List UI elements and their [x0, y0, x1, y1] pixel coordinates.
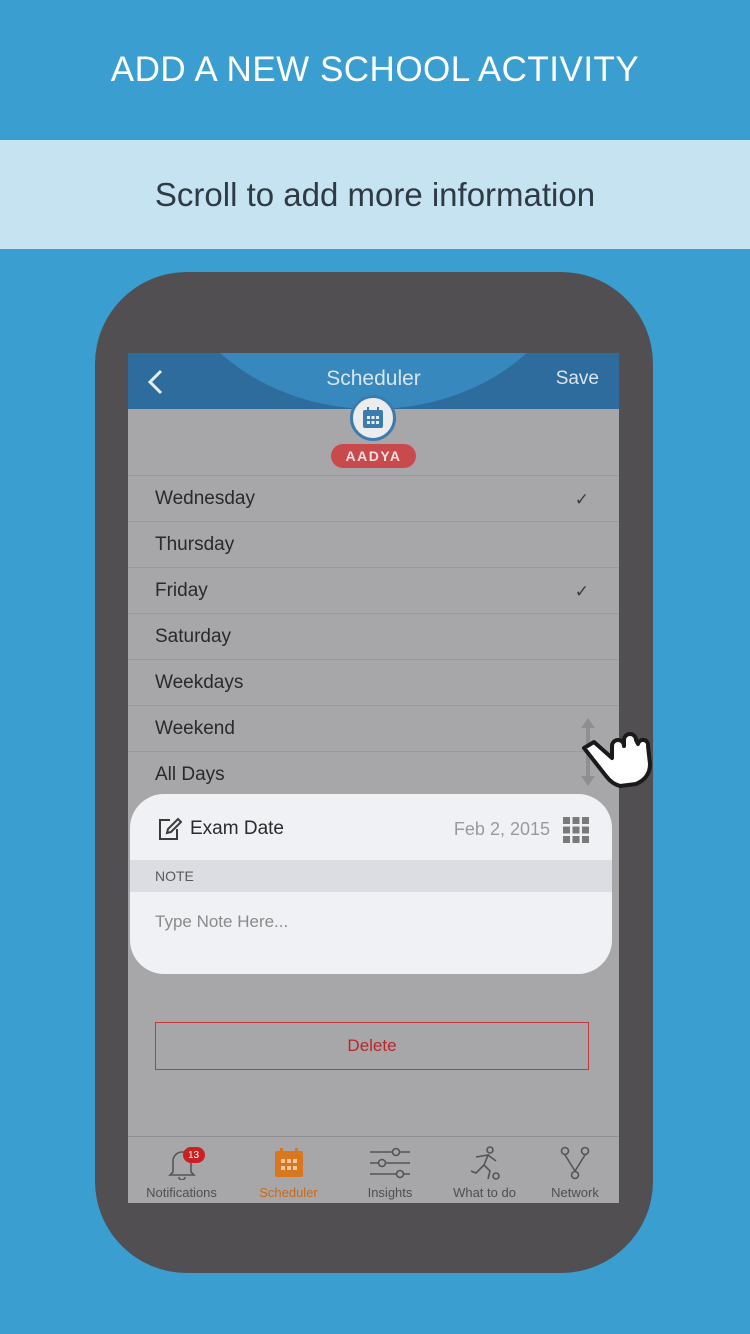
save-button[interactable]: Save — [556, 368, 599, 390]
tab-insights[interactable]: Insights — [342, 1137, 438, 1203]
day-label: Weekdays — [155, 671, 244, 693]
day-option[interactable]: Saturday — [128, 613, 619, 659]
tab-scheduler[interactable]: Scheduler — [235, 1137, 342, 1203]
checkmark-icon: ✓ — [574, 490, 589, 509]
activity-icon — [468, 1145, 502, 1181]
calendar-icon — [350, 395, 396, 441]
brand-logo: AADYA — [331, 444, 416, 468]
exam-note-card: Exam Date Feb 2, 2015 NOTE — [130, 794, 612, 974]
day-label: All Days — [155, 763, 225, 785]
network-icon — [559, 1145, 591, 1181]
promo-headline: ADD A NEW SCHOOL ACTIVITY — [110, 50, 640, 89]
day-option[interactable]: Friday ✓ — [128, 567, 619, 613]
note-input[interactable] — [155, 912, 575, 932]
day-option[interactable]: Wednesday ✓ — [128, 475, 619, 521]
tab-label: Network — [551, 1185, 599, 1200]
day-option[interactable]: Weekdays — [128, 659, 619, 705]
exam-date-value: Feb 2, 2015 — [453, 819, 550, 839]
checkmark-icon: ✓ — [574, 582, 589, 601]
edit-icon — [156, 816, 183, 847]
day-option[interactable]: All Days — [128, 751, 619, 797]
day-list: Wednesday ✓ Thursday Friday ✓ Saturday W… — [128, 475, 619, 797]
tab-what-to-do[interactable]: What to do — [438, 1137, 531, 1203]
tab-bar: 13 Notifications Scheduler Insights What… — [128, 1136, 619, 1203]
promo-subheadline: Scroll to add more information — [0, 140, 750, 249]
delete-button[interactable]: Delete — [155, 1022, 589, 1070]
exam-date-label: Exam Date — [190, 818, 284, 839]
day-label: Friday — [155, 579, 208, 601]
grid-icon[interactable] — [563, 817, 589, 848]
notification-count-badge: 13 — [182, 1147, 205, 1163]
swipe-hand-icon — [576, 718, 656, 795]
day-option[interactable]: Weekend — [128, 705, 619, 751]
sliders-icon — [368, 1145, 412, 1181]
exam-date-row[interactable]: Exam Date Feb 2, 2015 — [130, 794, 612, 860]
note-section-header: NOTE — [130, 860, 612, 892]
tab-network[interactable]: Network — [531, 1137, 619, 1203]
day-label: Thursday — [155, 533, 235, 555]
day-label: Wednesday — [155, 487, 255, 509]
day-label: Saturday — [155, 625, 232, 647]
day-label: Weekend — [155, 717, 235, 739]
header-title: Scheduler — [326, 367, 421, 390]
tab-label: Notifications — [146, 1185, 217, 1200]
tab-label: What to do — [453, 1185, 516, 1200]
app-screen: Scheduler Save AADYA Wednesday ✓ Thursda… — [128, 353, 619, 1203]
tab-notifications[interactable]: 13 Notifications — [128, 1137, 235, 1203]
calendar-icon — [274, 1145, 304, 1181]
tab-label: Scheduler — [259, 1185, 318, 1200]
tab-label: Insights — [367, 1185, 413, 1200]
bell-icon: 13 — [167, 1145, 205, 1181]
day-option[interactable]: Thursday — [128, 521, 619, 567]
